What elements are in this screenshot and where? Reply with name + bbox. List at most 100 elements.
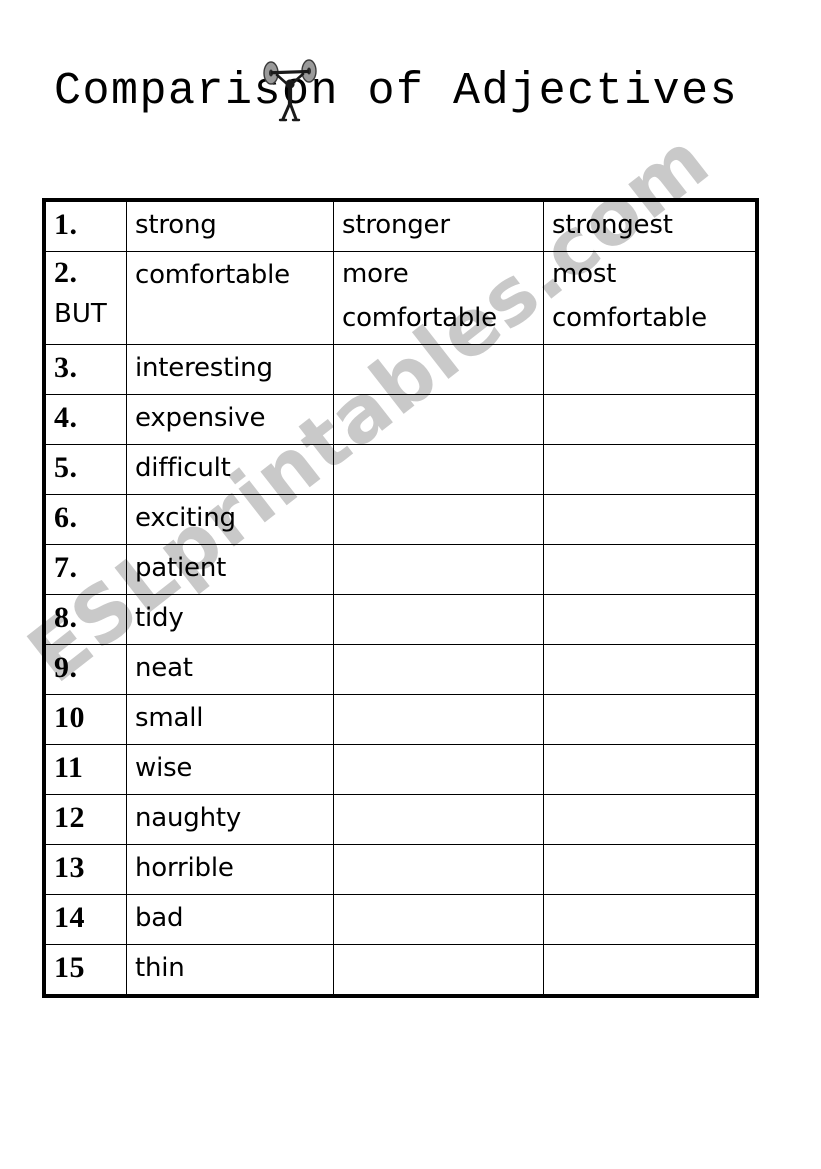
- cell-number[interactable]: 3.: [45, 344, 127, 395]
- table-row: 1. strong stronger strongest: [45, 201, 756, 252]
- cell-superlative[interactable]: [543, 494, 756, 545]
- table-row: 3. interesting: [45, 344, 756, 395]
- worksheet-page: ESLprintables.com Comparison of Adjectiv…: [0, 0, 821, 1169]
- row-number: 11: [54, 751, 84, 784]
- cell-comparative[interactable]: [333, 494, 544, 545]
- cell-number[interactable]: 14: [45, 894, 127, 945]
- adjective-superlative: strongest: [552, 210, 673, 240]
- cell-number[interactable]: 2. BUT: [45, 251, 127, 345]
- cell-superlative[interactable]: [543, 394, 756, 445]
- cell-number[interactable]: 7.: [45, 544, 127, 595]
- cell-adjective[interactable]: wise: [126, 744, 334, 795]
- cell-number[interactable]: 6.: [45, 494, 127, 545]
- table-row: 10 small: [45, 694, 756, 745]
- cell-comparative[interactable]: [333, 944, 544, 995]
- table-row: 11 wise: [45, 744, 756, 795]
- cell-adjective[interactable]: difficult: [126, 444, 334, 495]
- adjective-base: bad: [135, 903, 184, 933]
- cell-number[interactable]: 12: [45, 794, 127, 845]
- table-row: 2. BUT comfortable more comfortable most…: [45, 251, 756, 345]
- cell-superlative[interactable]: [543, 794, 756, 845]
- adjective-base: expensive: [135, 403, 266, 433]
- cell-superlative[interactable]: [543, 894, 756, 945]
- table-row: 15 thin: [45, 944, 756, 995]
- cell-adjective[interactable]: small: [126, 694, 334, 745]
- table-body: 1. strong stronger strongest 2. BUT comf…: [45, 201, 756, 995]
- cell-superlative[interactable]: [543, 344, 756, 395]
- row-number-stack: 2. BUT: [54, 252, 126, 334]
- cell-superlative[interactable]: [543, 744, 756, 795]
- adjective-base: exciting: [135, 503, 236, 533]
- cell-adjective[interactable]: interesting: [126, 344, 334, 395]
- cell-superlative[interactable]: strongest: [543, 201, 756, 252]
- cell-superlative[interactable]: most comfortable: [543, 251, 756, 345]
- cell-superlative[interactable]: [543, 444, 756, 495]
- table-row: 8. tidy: [45, 594, 756, 645]
- page-header: Comparison of Adjectives: [0, 64, 821, 124]
- cell-adjective[interactable]: comfortable: [126, 251, 334, 345]
- adjective-superlative-line2: comfortable: [552, 303, 707, 333]
- cell-superlative[interactable]: [543, 844, 756, 895]
- adjective-comparative: stronger: [342, 210, 450, 240]
- cell-superlative[interactable]: [543, 944, 756, 995]
- row-but-label: BUT: [54, 299, 107, 329]
- cell-comparative[interactable]: [333, 544, 544, 595]
- row-number: 9.: [54, 651, 78, 684]
- adjective-base: naughty: [135, 803, 242, 833]
- table-row: 12 naughty: [45, 794, 756, 845]
- cell-comparative[interactable]: [333, 644, 544, 695]
- cell-adjective[interactable]: neat: [126, 644, 334, 695]
- cell-number[interactable]: 5.: [45, 444, 127, 495]
- cell-adjective[interactable]: expensive: [126, 394, 334, 445]
- cell-comparative[interactable]: [333, 694, 544, 745]
- cell-superlative[interactable]: [543, 594, 756, 645]
- row-number: 8.: [54, 601, 78, 634]
- adjective-base: neat: [135, 653, 193, 683]
- adjective-comparative: more: [342, 259, 409, 289]
- cell-number[interactable]: 11: [45, 744, 127, 795]
- cell-superlative[interactable]: [543, 644, 756, 695]
- cell-adjective[interactable]: bad: [126, 894, 334, 945]
- cell-number[interactable]: 4.: [45, 394, 127, 445]
- cell-adjective[interactable]: exciting: [126, 494, 334, 545]
- cell-number[interactable]: 1.: [45, 201, 127, 252]
- cell-number[interactable]: 9.: [45, 644, 127, 695]
- adjective-base: strong: [135, 210, 217, 240]
- row-number: 10: [54, 701, 85, 734]
- cell-comparative[interactable]: [333, 794, 544, 845]
- cell-number[interactable]: 15: [45, 944, 127, 995]
- cell-number[interactable]: 10: [45, 694, 127, 745]
- cell-number[interactable]: 8.: [45, 594, 127, 645]
- cell-superlative[interactable]: [543, 694, 756, 745]
- cell-comparative[interactable]: [333, 594, 544, 645]
- adjective-base: interesting: [135, 353, 273, 383]
- cell-comparative[interactable]: [333, 744, 544, 795]
- row-number: 14: [54, 901, 85, 934]
- row-number: 2.: [54, 256, 78, 289]
- table-row: 5. difficult: [45, 444, 756, 495]
- cell-comparative[interactable]: [333, 394, 544, 445]
- table-row: 13 horrible: [45, 844, 756, 895]
- cell-adjective[interactable]: horrible: [126, 844, 334, 895]
- cell-comparative[interactable]: [333, 444, 544, 495]
- cell-comparative[interactable]: [333, 344, 544, 395]
- cell-adjective[interactable]: tidy: [126, 594, 334, 645]
- adjective-base: patient: [135, 553, 227, 583]
- adjective-base: difficult: [135, 453, 231, 483]
- cell-adjective[interactable]: patient: [126, 544, 334, 595]
- cell-comparative[interactable]: more comfortable: [333, 251, 544, 345]
- cell-adjective[interactable]: thin: [126, 944, 334, 995]
- adjectives-table-wrapper: 1. strong stronger strongest 2. BUT comf…: [42, 198, 759, 998]
- cell-superlative[interactable]: [543, 544, 756, 595]
- adjective-superlative: most: [552, 259, 617, 289]
- cell-adjective[interactable]: strong: [126, 201, 334, 252]
- adjective-base: small: [135, 703, 204, 733]
- cell-comparative[interactable]: [333, 894, 544, 945]
- adjective-comparative-line2: comfortable: [342, 303, 497, 333]
- table-row: 14 bad: [45, 894, 756, 945]
- cell-comparative[interactable]: stronger: [333, 201, 544, 252]
- cell-comparative[interactable]: [333, 844, 544, 895]
- cell-number[interactable]: 13: [45, 844, 127, 895]
- cell-adjective[interactable]: naughty: [126, 794, 334, 845]
- row-number: 5.: [54, 451, 78, 484]
